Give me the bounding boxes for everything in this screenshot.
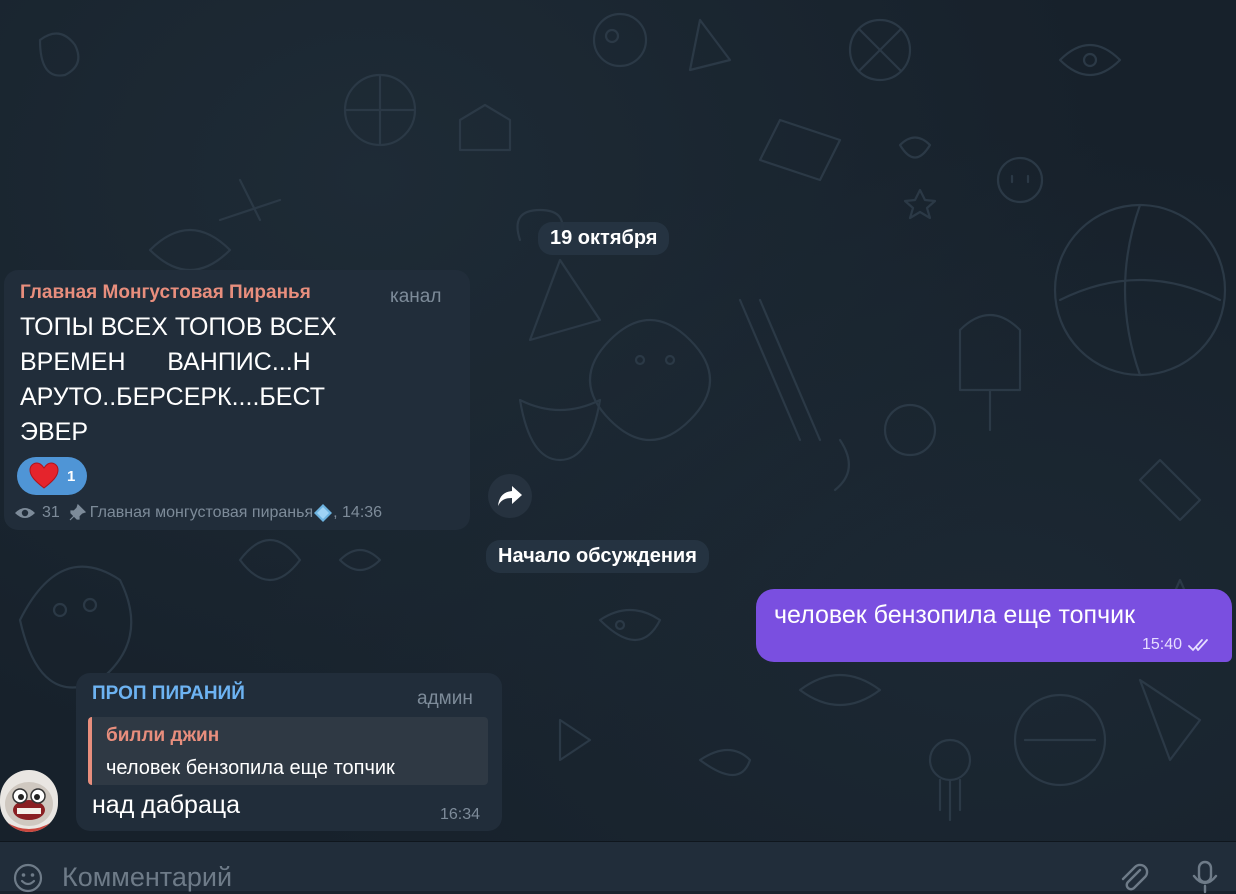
- eye-icon: [15, 508, 35, 518]
- forward-icon: [498, 486, 522, 506]
- message-line: ЭВЕР: [20, 418, 88, 446]
- avatar[interactable]: [0, 770, 58, 832]
- diamond-icon: [314, 504, 333, 522]
- outgoing-time: 15:40: [1141, 636, 1182, 653]
- message-line: АРУТО..БЕРСЕРК....БЕСТ: [20, 383, 325, 411]
- discussion-start-separator: Начало обсуждения: [486, 540, 709, 573]
- reply-sender-name[interactable]: ПРОП ПИРАНИЙ: [92, 683, 245, 705]
- sender-role: канал: [390, 286, 442, 307]
- message-line: ТОПЫ ВСЕХ ТОПОВ ВСЕХ: [20, 313, 337, 341]
- quote-text: человек бензопила еще топчик: [106, 757, 395, 779]
- post-meta: 31 Главная монгустовая пиранья , 14:36: [14, 503, 382, 523]
- comment-input[interactable]: Комментарий: [62, 862, 232, 893]
- message-line: ВРЕМЕН ВАНПИС...Н: [20, 348, 311, 376]
- channel-post-bubble[interactable]: Главная Монгустовая Пиранья канал ТОПЫ В…: [4, 270, 470, 530]
- avatar-image: [5, 782, 53, 832]
- reaction-count: 1: [67, 467, 76, 485]
- reply-message-text: над дабраца: [92, 791, 241, 819]
- message-text: ТОПЫ ВСЕХ ТОПОВ ВСЕХ ВРЕМЕН ВАНПИС...Н А…: [20, 310, 337, 450]
- pin-icon: [69, 504, 86, 521]
- reply-time: 16:34: [440, 806, 481, 823]
- reply-sender-role: админ: [417, 688, 473, 709]
- quoted-message[interactable]: билли джин человек бензопила еще топчик: [88, 717, 488, 785]
- post-signature: Главная монгустовая пиранья: [89, 504, 314, 521]
- comment-composer[interactable]: Комментарий: [0, 841, 1236, 894]
- sender-name[interactable]: Главная Монгустовая Пиранья: [20, 282, 311, 304]
- outgoing-meta: 15:40: [1142, 636, 1214, 654]
- date-separator: 19 октября: [538, 222, 670, 255]
- read-checkmarks-icon: [1188, 639, 1208, 652]
- outgoing-message-bubble[interactable]: человек бензопила еще топчик 15:40: [756, 589, 1232, 662]
- post-time: , 14:36: [333, 504, 383, 521]
- emoji-icon[interactable]: [12, 862, 44, 894]
- quote-author: билли джин: [106, 725, 220, 746]
- forward-button[interactable]: [488, 474, 532, 518]
- outgoing-message-text: человек бензопила еще топчик: [774, 601, 1136, 629]
- microphone-icon[interactable]: [1190, 860, 1220, 894]
- attach-icon[interactable]: [1116, 860, 1150, 894]
- views-count: 31: [42, 504, 60, 521]
- heart-icon: [29, 462, 59, 489]
- heart-reaction[interactable]: 1: [17, 457, 87, 495]
